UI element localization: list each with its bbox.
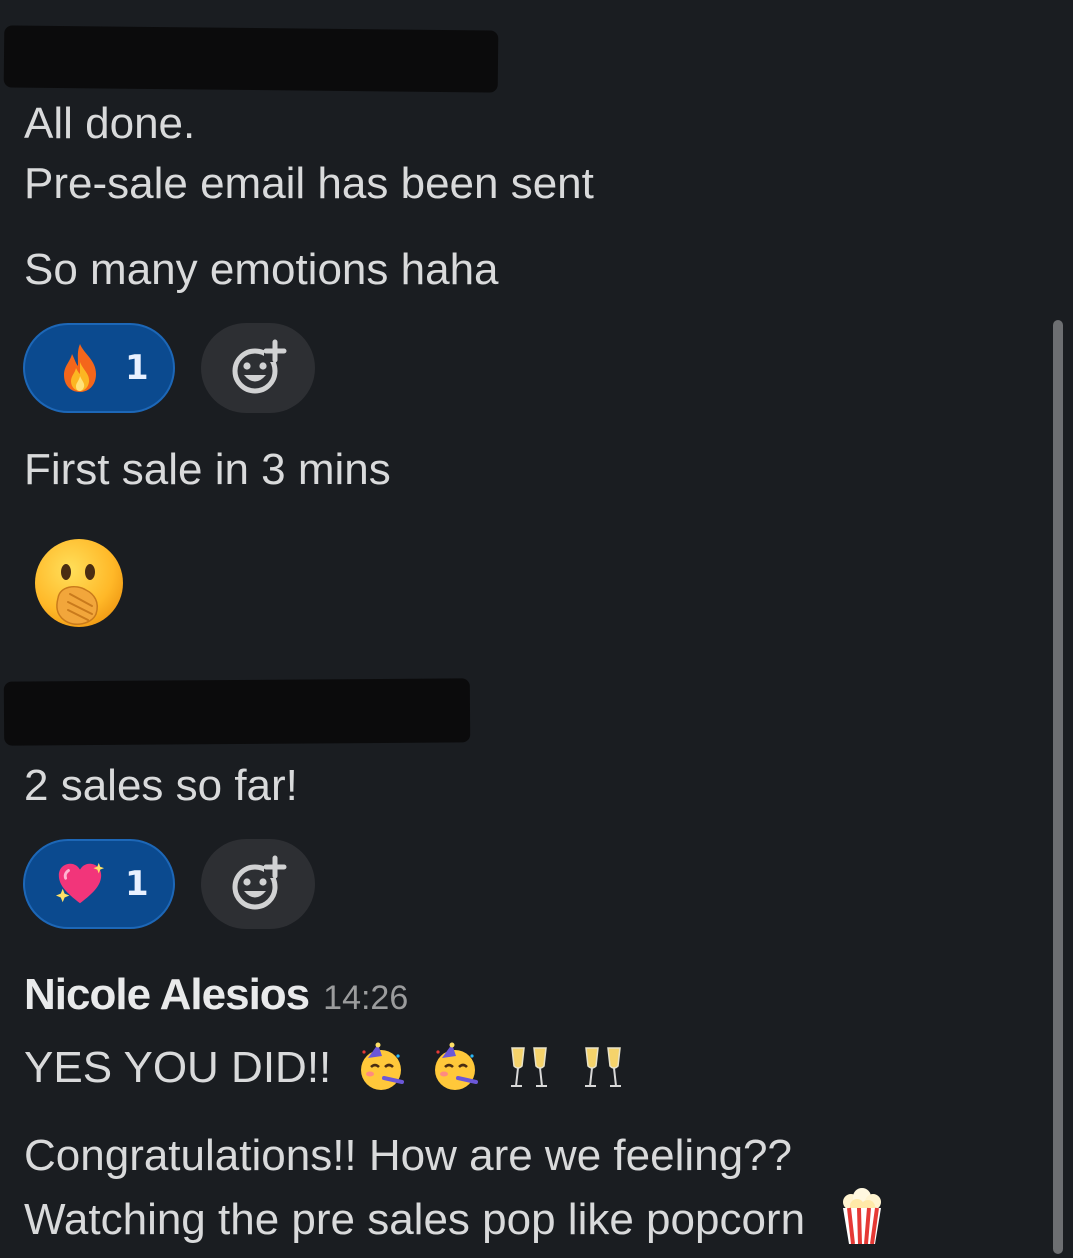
fire-reaction-button[interactable]: 1 [23,323,175,413]
sparkling-heart-reaction-button[interactable]: 1 [23,839,175,929]
reaction-count: 1 [125,348,149,388]
scrollbar-thumb[interactable] [1053,320,1063,1254]
partying-face-icon [356,1042,406,1092]
add-emoji-icon [232,855,288,910]
message-text: So many emotions haha [24,245,499,294]
fire-icon [55,343,105,393]
popcorn-icon [837,1188,887,1245]
message-text: YES YOU DID!! [24,1043,332,1092]
message-text: Pre-sale email has been sent [24,159,594,208]
add-reaction-button[interactable] [201,839,315,929]
redacted-sender-header [3,25,499,93]
message-row: Watching the pre sales pop like popcorn [24,1188,887,1248]
scrollbar[interactable] [1053,320,1063,1254]
reactions-bar: 1 [23,323,315,413]
add-emoji-icon [232,339,288,394]
message-text: Watching the pre sales pop like popcorn [24,1195,806,1244]
add-reaction-button[interactable] [201,323,315,413]
reactions-bar: 1 [23,839,315,929]
author-name[interactable]: Nicole Alesios [24,970,310,1020]
message-text: First sale in 3 mins [24,445,391,494]
message-row: YES YOU DID!! [24,1040,628,1096]
message-text: All done. [24,99,196,148]
message-header: Nicole Alesios 14:26 [24,970,408,1020]
message-text: 2 sales so far! [24,761,298,810]
champagne-glasses-icon [504,1042,554,1092]
sparkling-heart-icon [55,859,105,909]
partying-face-icon [430,1042,480,1092]
champagne-glasses-icon [578,1042,628,1092]
face-with-hand-over-mouth-icon [30,536,128,634]
message-text: Congratulations!! How are we feeling?? [24,1131,793,1180]
message-timestamp[interactable]: 14:26 [323,979,408,1018]
redacted-sender-header [3,678,471,746]
reaction-count: 1 [125,864,149,904]
